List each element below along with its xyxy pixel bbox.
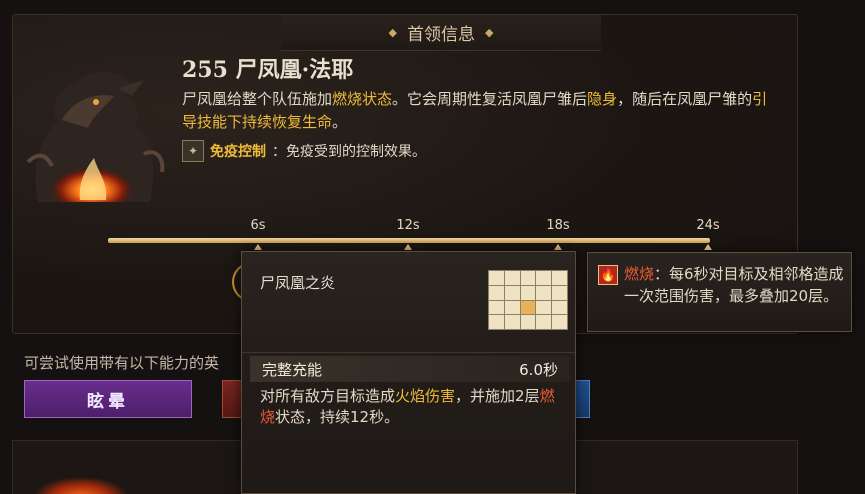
diamond-ornament-icon: ◆ <box>388 26 397 39</box>
tooltip-keyword-fire-damage: 火焰伤害 <box>395 387 456 405</box>
tooltip-description: 对所有敌方目标造成火焰伤害，并施加2层燃烧状态，持续12秒。 <box>260 386 560 428</box>
charge-value: 6.0秒 <box>519 360 558 379</box>
boss-portrait <box>26 71 165 202</box>
fire-icon: 🔥 <box>598 265 618 285</box>
debuff-description: 燃烧：每6秒对目标及相邻格造成一次范围伤害，最多叠加20层。 <box>624 263 846 307</box>
timeline-tick-label: 18s <box>546 218 570 233</box>
tooltip-desc-text: ，并施加2层 <box>455 387 540 405</box>
tooltip-desc-text: 对所有敌方目标造成 <box>260 387 396 405</box>
skill-tooltip: 尸凤凰之炎 完整充能 6.0秒 对所有敌方目标造成火焰伤害，并施加2层燃烧状态，… <box>241 251 576 494</box>
timeline-bar <box>108 238 710 243</box>
boss-name: 255 尸凤凰·法耶 <box>182 57 354 83</box>
immunity-text: ：免疫受到的控制效果。 <box>272 144 426 160</box>
boss-desc-text: 。 <box>332 113 348 131</box>
timeline-tick-label: 24s <box>696 218 720 233</box>
timeline-tick-marker[interactable] <box>254 244 262 250</box>
charge-row: 完整充能 6.0秒 <box>250 356 570 382</box>
fire-glow-decoration <box>36 478 126 494</box>
diamond-ornament-icon: ◆ <box>485 26 494 39</box>
boss-desc-keyword-stealth: 隐身 <box>587 90 618 108</box>
stun-ability-button[interactable]: 眩晕 <box>24 380 192 418</box>
divider <box>242 352 575 353</box>
aoe-grid-icon <box>488 270 568 330</box>
boss-desc-text: 。它会周期性复活凤凰尸雏后 <box>392 90 588 108</box>
timeline-tick-marker[interactable] <box>404 244 412 250</box>
immunity-label: 免疫控制 <box>210 144 266 160</box>
boss-description: 尸凤凰给整个队伍施加燃烧状态。它会周期性复活凤凰尸雏后隐身，随后在凤凰尸雏的引导… <box>182 88 782 134</box>
burn-debuff-tooltip: 🔥 燃烧：每6秒对目标及相邻格造成一次范围伤害，最多叠加20层。 <box>587 252 852 332</box>
charge-label: 完整充能 <box>262 360 323 379</box>
tooltip-title: 尸凤凰之炎 <box>260 274 336 292</box>
immune-icon[interactable]: ✦ <box>182 140 204 162</box>
debuff-name: 燃烧 <box>624 265 655 283</box>
debuff-text: ：每6秒对目标及相邻格造成一次范围伤害，最多叠加20层。 <box>624 265 844 305</box>
ability-hint: 可尝试使用带有以下能力的英 <box>24 354 220 372</box>
panel-header: ◆ 首领信息 ◆ <box>281 15 601 51</box>
timeline-tick-label: 6s <box>250 218 266 233</box>
ability-button-blue[interactable] <box>574 380 590 418</box>
immunity-row: ✦ 免疫控制 ：免疫受到的控制效果。 <box>182 140 426 162</box>
tooltip-desc-text: 状态，持续12秒。 <box>275 408 400 426</box>
boss-desc-text: ，随后在凤凰尸雏的 <box>617 90 753 108</box>
boss-desc-text: 尸凤凰给整个队伍施加 <box>182 90 333 108</box>
stun-ability-label: 眩晕 <box>87 391 129 412</box>
boss-desc-keyword-burn: 燃烧状态 <box>332 90 393 108</box>
timeline-tick-marker[interactable] <box>554 244 562 250</box>
panel-title: 首领信息 <box>407 25 475 45</box>
timeline-tick-marker[interactable] <box>704 244 712 250</box>
timeline-tick-label: 12s <box>396 218 420 233</box>
